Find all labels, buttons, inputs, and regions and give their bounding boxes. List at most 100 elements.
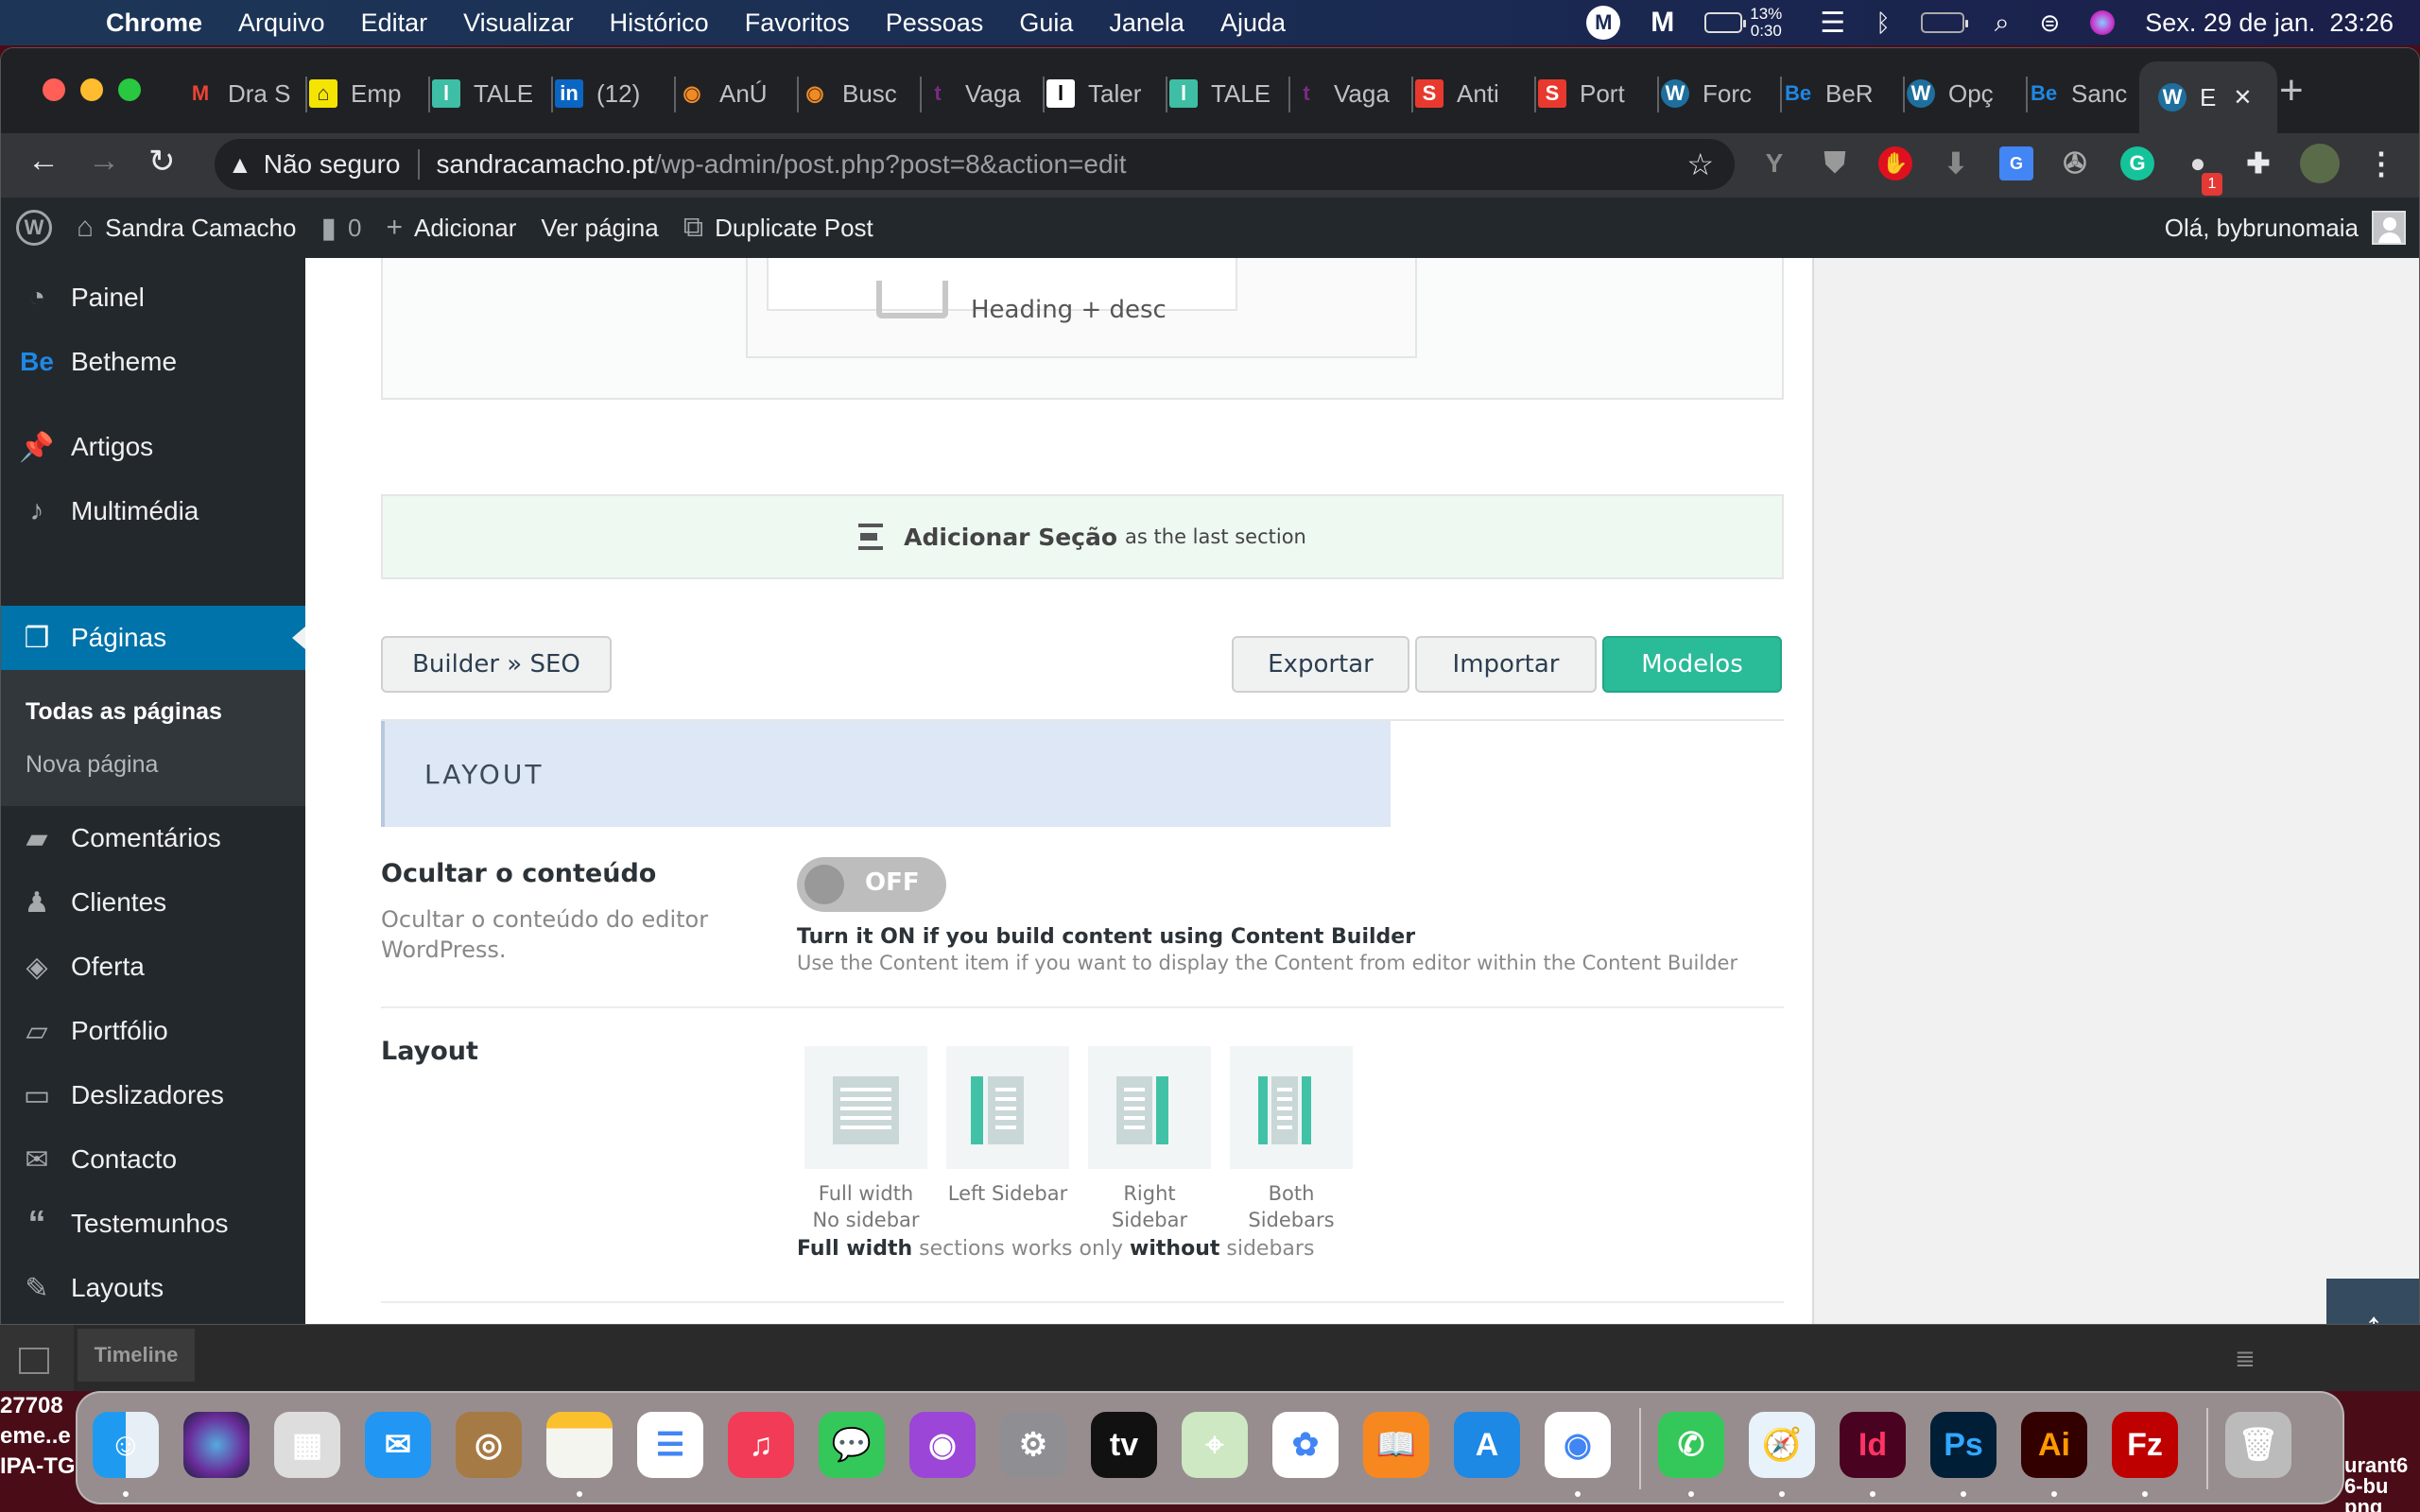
dock-illustrator-icon[interactable]: Ai (2021, 1412, 2087, 1478)
menu-editar[interactable]: Editar (361, 9, 428, 38)
submenu-new-page[interactable]: Nova página (26, 751, 158, 779)
browser-tab[interactable]: W Forc (1661, 69, 1774, 118)
browser-tab[interactable]: W E ✕ (2139, 61, 2277, 133)
hide-content-toggle[interactable]: OFF (797, 857, 946, 912)
menu-pessoas[interactable]: Pessoas (886, 9, 984, 38)
browser-tab[interactable]: M Dra S (186, 69, 300, 118)
timeline-tab[interactable]: Timeline (78, 1329, 195, 1382)
dock-app-store-icon[interactable]: A (1454, 1412, 1520, 1478)
menu-visualizar[interactable]: Visualizar (463, 9, 574, 38)
layout-option-full-width[interactable]: Full width No sidebar (804, 1046, 927, 1233)
reload-button[interactable]: ↻ (148, 143, 176, 180)
dock-music-icon[interactable]: ♫ (728, 1412, 794, 1478)
dock-filezilla-icon[interactable]: Fz (2112, 1412, 2178, 1478)
submenu-all-pages[interactable]: Todas as páginas (26, 698, 222, 726)
dock-photoshop-icon[interactable]: Ps (1930, 1412, 1996, 1478)
sidebar-item-layouts[interactable]: ✎ Layouts (1, 1256, 305, 1320)
layout-option-both-sidebars[interactable]: Both Sidebars (1230, 1046, 1353, 1233)
desktop-file-labels-left[interactable]: 27708 eme..e IPA-TGM (0, 1391, 76, 1512)
layout-option-right-sidebar[interactable]: Right Sidebar (1088, 1046, 1211, 1233)
browser-tab[interactable]: ◉ AnÚ (678, 69, 791, 118)
menu-app-name[interactable]: Chrome (106, 9, 202, 38)
close-window-button[interactable] (43, 78, 65, 101)
sidebar-item-comentarios[interactable]: ▰ Comentários (1, 806, 305, 870)
battery-icon-2[interactable] (1920, 12, 1968, 33)
wp-logo-icon[interactable]: W (16, 210, 52, 246)
panel-icon[interactable] (19, 1348, 49, 1374)
browser-tab[interactable]: W Opç (1907, 69, 2020, 118)
scroll-to-top-button[interactable]: ↑ (2326, 1279, 2419, 1324)
export-button[interactable]: Exportar (1232, 636, 1409, 693)
control-center-icon[interactable]: ⊜ (2040, 9, 2061, 38)
dock-siri-icon[interactable] (183, 1412, 250, 1478)
battery-status[interactable]: 13% 0:30 (1704, 6, 1782, 40)
dock-mail-icon[interactable]: ✉ (365, 1412, 431, 1478)
security-status[interactable]: Não seguro (264, 149, 401, 180)
browser-tab[interactable]: S Anti (1415, 69, 1529, 118)
dock-indesign-icon[interactable]: Id (1840, 1412, 1906, 1478)
dock-launchpad-icon[interactable]: ▦ (274, 1412, 340, 1478)
dock-photos-icon[interactable]: ✿ (1272, 1412, 1339, 1478)
dock-trash-icon[interactable]: 🗑 (2225, 1412, 2291, 1478)
browser-tab[interactable]: Be BeR (1784, 69, 1897, 118)
sidebar-item-painel[interactable]: ◔ Painel (1, 266, 305, 330)
duplicate-post-link[interactable]: ⧉ Duplicate Post (683, 212, 873, 244)
dock-maps-icon[interactable]: ⌖ (1182, 1412, 1248, 1478)
add-section-button[interactable]: Adicionar Seção as the last section (381, 494, 1784, 579)
menu-janela[interactable]: Janela (1109, 9, 1184, 38)
warning-icon[interactable]: ▲ (228, 150, 252, 180)
menu-ajuda[interactable]: Ajuda (1220, 9, 1286, 38)
add-new-link[interactable]: + Adicionar (386, 212, 516, 244)
sidebar-item-betheme[interactable]: Be Betheme (1, 330, 305, 394)
dock-podcasts-icon[interactable]: ◉ (909, 1412, 976, 1478)
url-path[interactable]: /wp-admin/post.php?post=8&action=edit (654, 149, 1127, 180)
back-button[interactable]: ← (27, 143, 60, 180)
browser-tab[interactable]: l Taler (1046, 69, 1160, 118)
menu-favoritos[interactable]: Favoritos (745, 9, 850, 38)
dock-messages-icon[interactable]: 💬 (819, 1412, 885, 1478)
bookmark-star-icon[interactable]: ☆ (1686, 146, 1714, 182)
sidebar-item-artigos[interactable]: 📌 Artigos (1, 415, 305, 479)
builder-seo-button[interactable]: Builder » SEO (381, 636, 612, 693)
siri-icon[interactable] (2090, 10, 2116, 35)
film-reel-icon[interactable]: ✇ (2058, 146, 2092, 180)
sidebar-item-portfolio[interactable]: ▱ Portfólio (1, 999, 305, 1063)
new-tab-button[interactable]: + (2279, 67, 2304, 114)
browser-tab[interactable]: in (12) (555, 69, 668, 118)
import-button[interactable]: Importar (1415, 636, 1597, 693)
dock-finder-icon[interactable]: ☺ (93, 1412, 159, 1478)
adblock-icon[interactable]: ✋ (1878, 146, 1912, 180)
desktop-file-labels-right[interactable]: urant6 6-bu png (2344, 1455, 2420, 1512)
dock-reminders-icon[interactable]: ☰ (637, 1412, 703, 1478)
close-tab-icon[interactable]: ✕ (2233, 84, 2252, 112)
google-translate-icon[interactable]: G (1999, 146, 2033, 180)
forward-button[interactable]: → (88, 143, 120, 180)
comments-link[interactable]: ▮ 0 (320, 212, 361, 245)
view-page-link[interactable]: Ver página (541, 214, 658, 243)
browser-tab[interactable]: ◉ Busc (801, 69, 914, 118)
sidebar-item-oferta[interactable]: ◈ Oferta (1, 935, 305, 999)
dock-whatsapp-icon[interactable]: ✆ (1658, 1412, 1724, 1478)
sidebar-item-paginas[interactable]: ❐ Páginas (1, 606, 305, 670)
dock-notes-icon[interactable] (546, 1412, 613, 1478)
my-account[interactable]: Olá, bybrunomaia (2165, 211, 2406, 245)
extensions-puzzle-icon[interactable]: ✚ (2241, 146, 2275, 180)
browser-tab[interactable]: l TALE (1169, 69, 1283, 118)
dock-apple-tv-icon[interactable]: tv (1091, 1412, 1157, 1478)
clock[interactable]: Sex. 29 de jan. 23:26 (2145, 9, 2394, 38)
sidebar-item-testemunhos[interactable]: “Testemunhos (1, 1192, 305, 1256)
profile-avatar[interactable] (2300, 144, 2340, 183)
shield-extension-icon[interactable]: ⛊ (1818, 146, 1852, 180)
minimize-window-button[interactable] (80, 78, 103, 101)
stack-icon[interactable]: ☰ (1820, 7, 1845, 40)
dock-contacts-icon[interactable]: ◎ (456, 1412, 522, 1478)
dock-system-preferences-icon[interactable]: ⚙ (1000, 1412, 1066, 1478)
site-name-link[interactable]: ⌂ Sandra Camacho (77, 212, 296, 244)
sidebar-item-deslizadores[interactable]: ▭ Deslizadores (1, 1063, 305, 1127)
url-host[interactable]: sandracamacho.pt (437, 149, 654, 180)
address-bar[interactable]: ▲ Não seguro sandracamacho.pt/wp-admin/p… (215, 139, 1735, 190)
dock-books-icon[interactable]: 📖 (1363, 1412, 1429, 1478)
dock-safari-icon[interactable]: 🧭 (1749, 1412, 1815, 1478)
chrome-menu-icon[interactable]: ⋮ (2364, 146, 2398, 180)
zoom-window-button[interactable] (118, 78, 141, 101)
